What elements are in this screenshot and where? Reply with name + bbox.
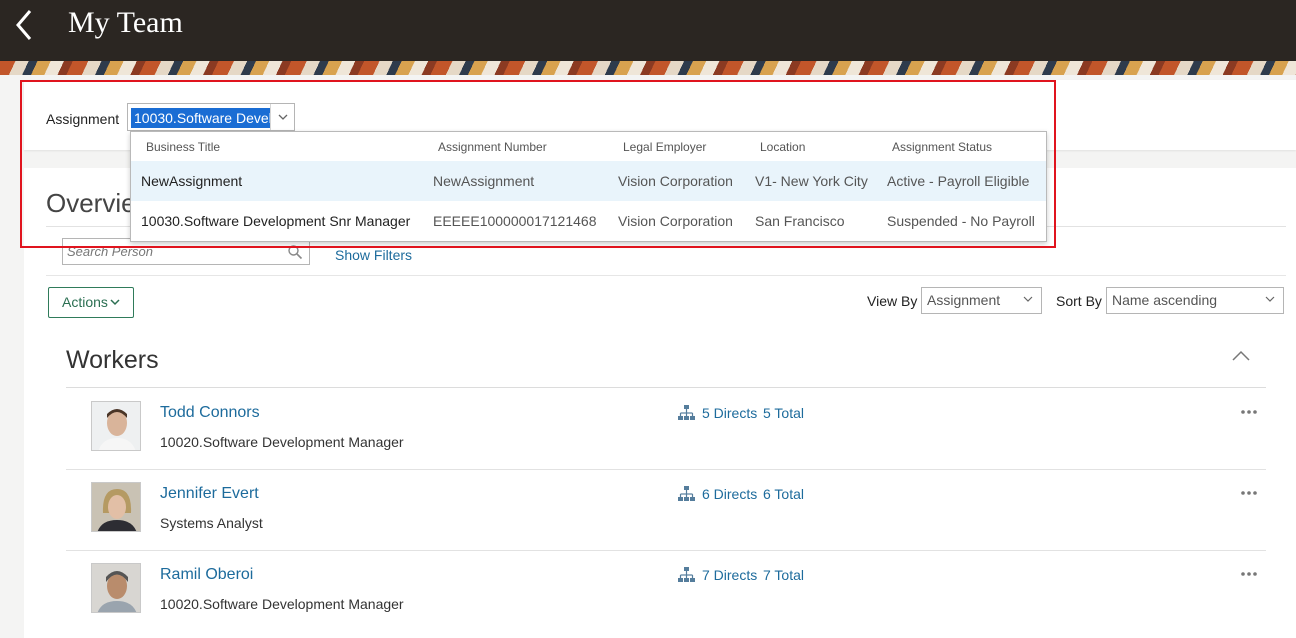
option-assignment-status: Suspended - No Payroll bbox=[887, 213, 1035, 229]
org-chart-icon bbox=[678, 486, 695, 501]
back-button[interactable] bbox=[10, 8, 40, 42]
org-chart-icon bbox=[678, 567, 695, 582]
dropdown-option-row[interactable]: NewAssignment NewAssignment Vision Corpo… bbox=[131, 161, 1046, 201]
dropdown-option-row[interactable]: 10030.Software Development Snr Manager E… bbox=[131, 201, 1046, 241]
chevron-down-icon bbox=[278, 114, 288, 120]
workers-heading: Workers bbox=[66, 346, 159, 374]
option-assignment-number: NewAssignment bbox=[433, 173, 535, 189]
column-header-legal-employer: Legal Employer bbox=[623, 140, 707, 154]
total-link[interactable]: 6 Total bbox=[763, 486, 804, 502]
total-link[interactable]: 7 Total bbox=[763, 567, 804, 583]
chevron-up-icon[interactable] bbox=[1230, 348, 1252, 364]
option-business-title: 10030.Software Development Snr Manager bbox=[141, 213, 411, 229]
worker-row: Jennifer Evert Systems Analyst 6 Directs… bbox=[66, 470, 1266, 551]
view-by-value: Assignment bbox=[927, 292, 1001, 308]
worker-name-link[interactable]: Todd Connors bbox=[160, 404, 260, 422]
option-assignment-status: Active - Payroll Eligible bbox=[887, 173, 1030, 189]
directs-link[interactable]: 7 Directs bbox=[702, 567, 757, 583]
person-photo-icon bbox=[92, 483, 140, 531]
top-bar: My Team bbox=[0, 0, 1296, 61]
chevron-down-icon bbox=[1023, 296, 1033, 302]
search-input[interactable] bbox=[67, 242, 282, 261]
org-chart-icon bbox=[678, 405, 695, 420]
column-header-assignment-status: Assignment Status bbox=[892, 140, 993, 154]
assignment-select-value[interactable]: 10030.Software Development Snr Manager bbox=[131, 108, 271, 128]
person-photo-icon bbox=[92, 564, 140, 612]
option-assignment-number: EEEEE100000017121468 bbox=[433, 213, 597, 229]
worker-job-title: 10020.Software Development Manager bbox=[160, 434, 404, 450]
sort-by-value: Name ascending bbox=[1112, 292, 1218, 308]
avatar[interactable] bbox=[91, 563, 141, 613]
column-header-assignment-number: Assignment Number bbox=[438, 140, 547, 154]
chevron-left-icon bbox=[16, 10, 32, 40]
divider bbox=[46, 275, 1286, 276]
assignment-select[interactable]: 10030.Software Development Snr Manager bbox=[127, 103, 295, 131]
decorative-banner bbox=[0, 61, 1296, 75]
option-location: San Francisco bbox=[755, 213, 845, 229]
directs-link[interactable]: 6 Directs bbox=[702, 486, 757, 502]
option-business-title: NewAssignment bbox=[141, 173, 243, 189]
chevron-down-icon bbox=[1265, 296, 1275, 302]
worker-name-link[interactable]: Jennifer Evert bbox=[160, 485, 259, 503]
show-filters-link[interactable]: Show Filters bbox=[335, 247, 412, 263]
more-options-icon[interactable] bbox=[1239, 407, 1259, 417]
view-by-select[interactable]: Assignment bbox=[921, 287, 1042, 314]
view-by-label: View By bbox=[867, 293, 918, 309]
actions-menu-button[interactable]: Actions bbox=[48, 287, 134, 318]
search-icon[interactable] bbox=[287, 244, 303, 260]
worker-job-title: Systems Analyst bbox=[160, 515, 263, 531]
assignment-dropdown-toggle[interactable] bbox=[270, 104, 294, 130]
avatar[interactable] bbox=[91, 482, 141, 532]
divider bbox=[66, 387, 1266, 388]
worker-job-title: 10020.Software Development Manager bbox=[160, 596, 404, 612]
total-link[interactable]: 5 Total bbox=[763, 405, 804, 421]
more-options-icon[interactable] bbox=[1239, 488, 1259, 498]
search-field[interactable] bbox=[62, 238, 310, 265]
assignment-dropdown-table: Business Title Assignment Number Legal E… bbox=[130, 131, 1047, 242]
option-legal-employer: Vision Corporation bbox=[618, 213, 733, 229]
option-location: V1- New York City bbox=[755, 173, 868, 189]
column-header-business-title: Business Title bbox=[146, 140, 221, 154]
person-photo-icon bbox=[92, 402, 140, 450]
directs-link[interactable]: 5 Directs bbox=[702, 405, 757, 421]
avatar[interactable] bbox=[91, 401, 141, 451]
option-legal-employer: Vision Corporation bbox=[618, 173, 733, 189]
chevron-down-icon bbox=[110, 299, 120, 306]
column-header-location: Location bbox=[760, 140, 806, 154]
more-options-icon[interactable] bbox=[1239, 569, 1259, 579]
worker-name-link[interactable]: Ramil Oberoi bbox=[160, 566, 253, 584]
actions-label: Actions bbox=[62, 294, 108, 310]
assignment-label: Assignment bbox=[46, 111, 120, 127]
worker-row: Ramil Oberoi 10020.Software Development … bbox=[66, 551, 1266, 632]
sort-by-label: Sort By bbox=[1056, 293, 1102, 309]
worker-row: Todd Connors 10020.Software Development … bbox=[66, 389, 1266, 470]
sort-by-select[interactable]: Name ascending bbox=[1106, 287, 1284, 314]
page-title: My Team bbox=[68, 6, 183, 39]
